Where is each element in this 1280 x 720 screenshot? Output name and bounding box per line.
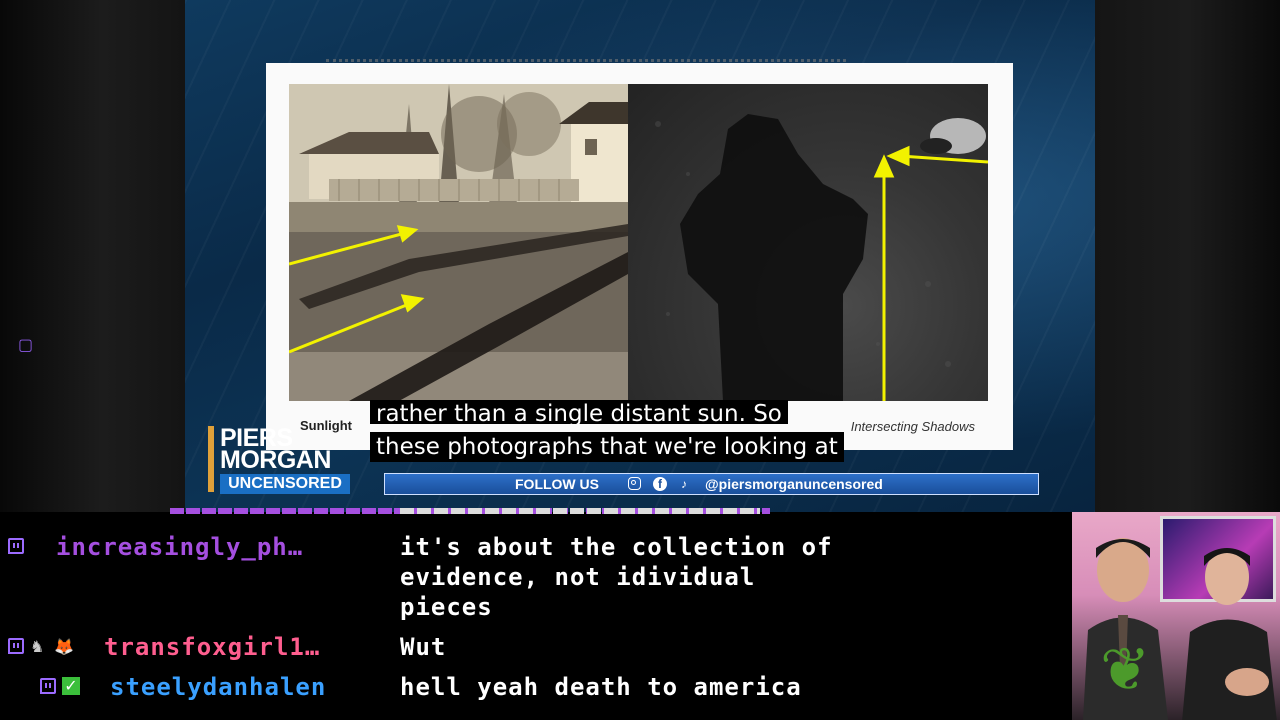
chat-text-line: pieces — [400, 593, 493, 621]
chat-username[interactable]: steelydanhalen — [110, 672, 326, 702]
chat-message-clipped — [0, 508, 1072, 522]
clipped-text — [400, 508, 760, 514]
twitch-badge-icon — [40, 678, 56, 694]
moon-photo-drawing — [655, 114, 988, 401]
cutout-figure — [1182, 548, 1277, 720]
cropped-text — [326, 59, 846, 70]
caption-intersecting-shadows: Intersecting Shadows — [850, 419, 975, 434]
follow-us-banner: FOLLOW US f ♪ @piersmorganuncensored — [384, 473, 1039, 495]
twitch-chat-icon: ▢ — [18, 335, 34, 354]
social-handle: @piersmorganuncensored — [705, 476, 883, 492]
fox-badge-icon: 🦊 — [54, 637, 74, 656]
logo-badge: UNCENSORED — [220, 474, 350, 494]
chat-username[interactable]: increasingly_ph… — [56, 532, 303, 562]
chat-text-line: evidence, not idividual — [400, 563, 756, 591]
street-photo-drawing — [289, 84, 628, 401]
subtitle-line-2: these photographs that we're looking at — [370, 432, 844, 462]
video-player[interactable]: ▢ Sunlight Intersecting Shadows PIERS MO… — [0, 0, 1280, 512]
follow-us-label: FOLLOW US — [515, 476, 599, 492]
check-badge-icon: ✓ — [62, 677, 80, 695]
logo-line-2: MORGAN — [220, 446, 331, 474]
facebook-icon: f — [653, 477, 667, 491]
presentation-slide: Sunlight Intersecting Shadows — [266, 59, 1013, 450]
video-right-border — [1095, 0, 1280, 512]
twitch-badge-icon — [8, 638, 24, 654]
chat-overlay: increasingly_ph… it's about the collecti… — [0, 508, 1072, 720]
logo-accent-bar — [208, 426, 214, 492]
chat-text-line: Wut — [400, 633, 447, 661]
street-shadow-photo — [289, 84, 628, 401]
chat-text-line: hell yeah death to america — [400, 673, 802, 701]
chess-badge-icon: ♞ — [30, 637, 45, 656]
chat-username[interactable]: transfoxgirl1… — [104, 632, 320, 662]
moon-shadow-photo — [628, 84, 988, 401]
subtitle-line-1: rather than a single distant sun. So — [370, 400, 788, 424]
chat-text-line: it's about the collection of — [400, 533, 833, 561]
show-logo: PIERS MORGAN UNCENSORED — [208, 424, 350, 494]
twitch-badge-icon — [8, 538, 24, 554]
video-left-border — [0, 0, 185, 512]
instagram-icon — [628, 477, 641, 490]
tiktok-icon: ♪ — [681, 477, 687, 491]
cannabis-leaf-icon: ❦ — [1100, 635, 1151, 705]
streamer-webcam: ❦ — [1072, 512, 1280, 720]
